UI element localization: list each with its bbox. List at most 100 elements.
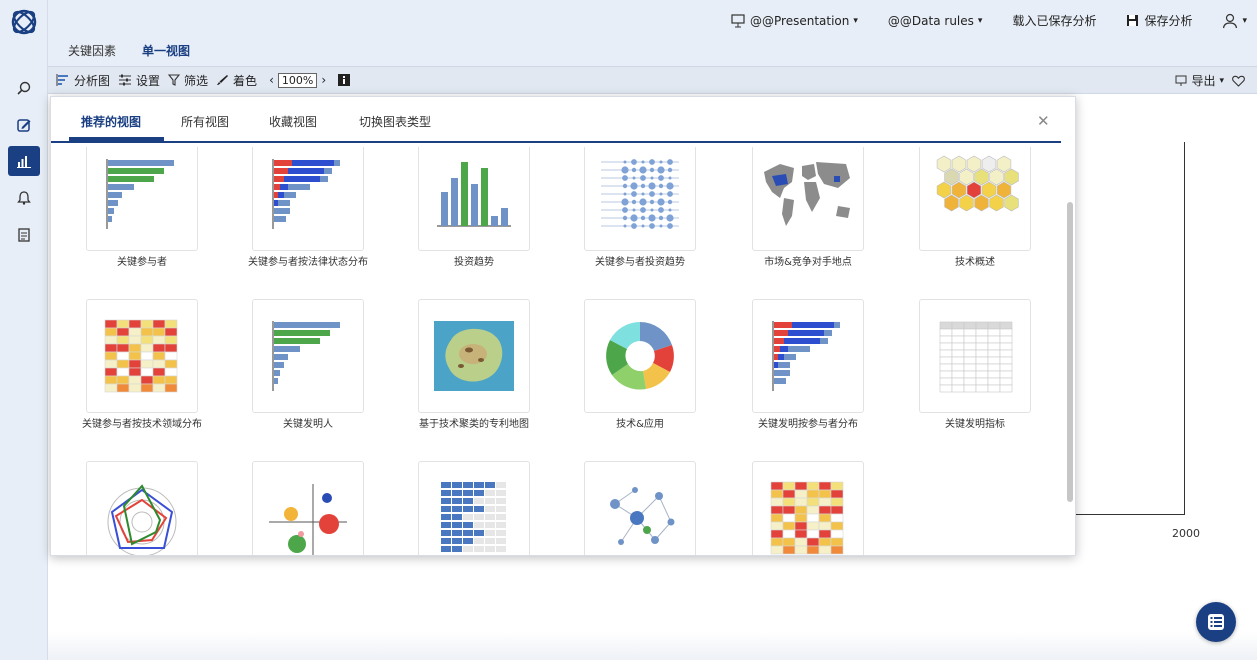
chevron-down-icon: ▾ bbox=[1242, 15, 1247, 26]
table-icon[interactable] bbox=[919, 299, 1031, 413]
view-card[interactable] bbox=[733, 461, 883, 555]
toolbar: 分析图 设置 筛选 着色 ‹ 100% › 导出 ▾ bbox=[48, 66, 1257, 94]
zoom-input[interactable]: 100% bbox=[277, 72, 318, 88]
top-header: @@Presentation ▾ @@Data rules ▾ 载入已保存分析 … bbox=[48, 0, 1257, 70]
view-card[interactable] bbox=[233, 461, 383, 555]
view-card[interactable]: 基于技术聚类的专利地图 bbox=[399, 299, 549, 431]
stacked-bar-icon[interactable] bbox=[752, 299, 864, 413]
heatmap-icon[interactable] bbox=[752, 461, 864, 555]
view-card-label: 关键发明指标 bbox=[945, 419, 1005, 430]
view-card[interactable]: 关键发明人 bbox=[233, 299, 383, 431]
tab-recommended-views[interactable]: 推荐的视图 bbox=[81, 113, 141, 130]
background-axis-tick: 2000 bbox=[1172, 527, 1200, 540]
color-label: 着色 bbox=[233, 73, 258, 88]
active-tab-indicator bbox=[69, 137, 164, 141]
view-card-label: 技术&应用 bbox=[616, 419, 664, 430]
edit-icon[interactable] bbox=[8, 110, 40, 140]
panel-tabs: 推荐的视图 所有视图 收藏视图 切换图表类型 bbox=[51, 97, 1061, 143]
stacked-bar-icon[interactable] bbox=[252, 147, 364, 251]
app-logo-icon[interactable] bbox=[10, 8, 38, 36]
color-button[interactable]: 着色 bbox=[216, 72, 257, 89]
filter-button[interactable]: 筛选 bbox=[168, 72, 208, 89]
hexagon-grid-icon[interactable] bbox=[919, 147, 1031, 251]
list-menu-button[interactable] bbox=[1196, 602, 1236, 642]
view-card[interactable]: 关键参与者按法律状态分布 bbox=[233, 147, 383, 269]
tab-all-views[interactable]: 所有视图 bbox=[181, 113, 229, 130]
landscape-map-icon[interactable] bbox=[418, 299, 530, 413]
presentation-label: @@Presentation bbox=[750, 13, 850, 28]
heatmap-icon[interactable] bbox=[86, 299, 198, 413]
bar-chart-icon[interactable] bbox=[252, 299, 364, 413]
save-label: 保存分析 bbox=[1144, 14, 1193, 28]
scrollbar[interactable] bbox=[1065, 147, 1075, 555]
view-card[interactable] bbox=[67, 461, 217, 555]
tab-favorite-views[interactable]: 收藏视图 bbox=[269, 113, 317, 130]
view-card[interactable]: 技术&应用 bbox=[565, 299, 715, 431]
bubble-quadrant-icon[interactable] bbox=[252, 461, 364, 555]
view-card[interactable]: 投资趋势 bbox=[399, 147, 549, 269]
block-matrix-icon[interactable] bbox=[418, 461, 530, 555]
view-card-label: 关键参与者投资趋势 bbox=[595, 257, 685, 268]
view-card[interactable] bbox=[565, 461, 715, 555]
view-card[interactable]: 关键参与者投资趋势 bbox=[565, 147, 715, 269]
donut-chart-icon[interactable] bbox=[584, 299, 696, 413]
settings-button[interactable]: 设置 bbox=[118, 72, 160, 89]
view-card-label: 技术概述 bbox=[955, 257, 995, 268]
zoom-in-icon[interactable]: › bbox=[321, 73, 326, 87]
view-card-label: 投资趋势 bbox=[454, 257, 494, 268]
view-card-label: 关键参与者 bbox=[117, 257, 167, 268]
view-picker-panel: 推荐的视图 所有视图 收藏视图 切换图表类型 ✕ 关键参与者 关键参与者按法律状… bbox=[50, 96, 1076, 556]
brush-icon bbox=[217, 75, 229, 85]
chevron-down-icon: ▾ bbox=[1219, 75, 1224, 86]
view-card[interactable]: 关键发明按参与者分布 bbox=[733, 299, 883, 431]
left-rail bbox=[0, 0, 48, 660]
settings-label: 设置 bbox=[136, 73, 161, 88]
search-icon[interactable] bbox=[8, 74, 40, 104]
view-card[interactable]: 市场&竞争对手地点 bbox=[733, 147, 883, 269]
analysis-chart-icon[interactable] bbox=[8, 146, 40, 176]
chevron-down-icon: ▾ bbox=[977, 15, 983, 26]
network-graph-icon[interactable] bbox=[584, 461, 696, 555]
tab-switch-chart-type[interactable]: 切换图表类型 bbox=[359, 113, 431, 130]
list-icon bbox=[1208, 614, 1224, 630]
save-icon bbox=[1127, 15, 1139, 26]
radar-chart-icon[interactable] bbox=[86, 461, 198, 555]
view-card[interactable]: 关键参与者 bbox=[67, 147, 217, 269]
presentation-icon bbox=[731, 13, 745, 27]
user-icon bbox=[1223, 13, 1238, 28]
report-icon[interactable] bbox=[8, 220, 40, 250]
zoom-out-icon[interactable]: ‹ bbox=[269, 73, 274, 87]
load-saved-label: 载入已保存分析 bbox=[1012, 14, 1097, 28]
world-map-icon[interactable] bbox=[752, 147, 864, 251]
view-card[interactable]: 关键参与者按技术领域分布 bbox=[67, 299, 217, 431]
export-menu[interactable]: 导出 ▾ bbox=[1175, 72, 1224, 89]
background-axis-line bbox=[1184, 142, 1185, 514]
user-menu[interactable]: ▾ bbox=[1222, 13, 1247, 29]
background-footer bbox=[48, 632, 1257, 660]
settings-icon bbox=[119, 74, 132, 86]
close-icon[interactable]: ✕ bbox=[1037, 112, 1050, 130]
scrollbar-thumb[interactable] bbox=[1067, 202, 1073, 502]
chevron-down-icon: ▾ bbox=[853, 15, 858, 26]
view-card-label: 关键发明人 bbox=[283, 419, 333, 430]
zoom-control: ‹ 100% › bbox=[265, 72, 326, 88]
data-rules-menu[interactable]: @@Data rules ▾ bbox=[888, 14, 983, 28]
bubble-timeline-icon[interactable] bbox=[584, 147, 696, 251]
favorite-heart-icon[interactable] bbox=[1232, 75, 1249, 87]
presentation-menu[interactable]: @@Presentation ▾ bbox=[731, 14, 858, 28]
export-label: 导出 bbox=[1191, 74, 1216, 88]
view-card-label: 关键发明按参与者分布 bbox=[758, 419, 858, 430]
column-chart-icon[interactable] bbox=[418, 147, 530, 251]
bar-chart-icon[interactable] bbox=[86, 147, 198, 251]
bell-icon[interactable] bbox=[8, 183, 40, 213]
analysis-button[interactable]: 分析图 bbox=[56, 72, 110, 89]
export-icon bbox=[1175, 75, 1187, 86]
view-card[interactable]: 关键发明指标 bbox=[900, 299, 1050, 431]
filter-label: 筛选 bbox=[184, 73, 209, 88]
view-card-label: 关键参与者按法律状态分布 bbox=[248, 257, 368, 268]
save-analysis-button[interactable]: 保存分析 bbox=[1126, 12, 1192, 29]
info-icon[interactable] bbox=[338, 74, 354, 86]
view-card[interactable] bbox=[399, 461, 549, 555]
load-saved-analysis-button[interactable]: 载入已保存分析 bbox=[1012, 12, 1096, 29]
view-card[interactable]: 技术概述 bbox=[900, 147, 1050, 269]
